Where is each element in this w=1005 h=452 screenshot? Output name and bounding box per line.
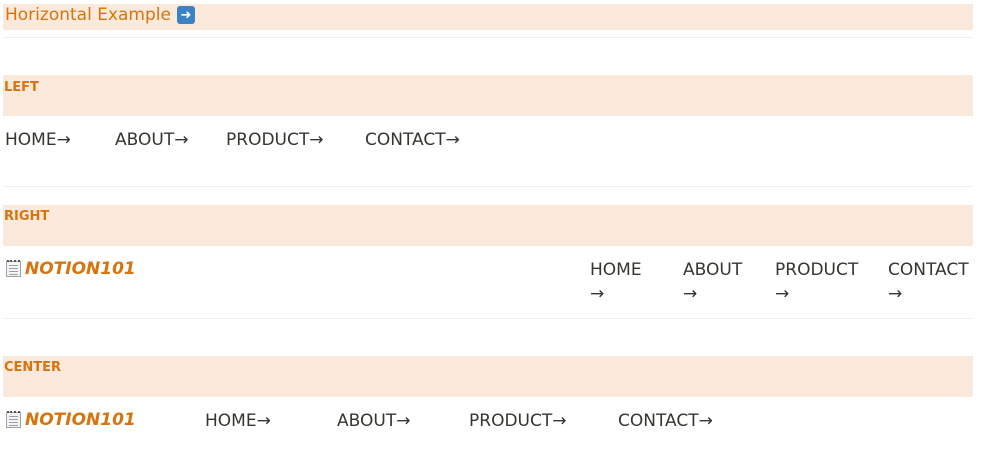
- divider: [3, 37, 973, 38]
- notepad-icon: [6, 260, 21, 277]
- nav-about-left[interactable]: ABOUT→: [115, 128, 188, 152]
- nav-word: HOME: [590, 260, 642, 280]
- brand-right[interactable]: NOTION101: [6, 259, 136, 279]
- nav-home-center[interactable]: HOME→: [205, 409, 271, 433]
- notepad-icon: [6, 411, 21, 428]
- nav-arrow: →: [590, 284, 605, 304]
- nav-about-right[interactable]: ABOUT →: [683, 258, 742, 306]
- nav-arrow: →: [775, 284, 790, 304]
- section-band-right: [3, 205, 973, 246]
- nav-word: ABOUT: [683, 260, 743, 280]
- nav-contact-left[interactable]: CONTACT→: [365, 128, 460, 152]
- nav-word: PRODUCT: [775, 260, 859, 280]
- nav-product-center[interactable]: PRODUCT→: [469, 409, 566, 433]
- nav-product-right[interactable]: PRODUCT →: [775, 258, 858, 306]
- nav-home-left[interactable]: HOME→: [5, 128, 71, 152]
- title-text: Horizontal Example: [5, 4, 171, 25]
- divider: [3, 318, 973, 319]
- page-title: Horizontal Example ➜: [5, 6, 195, 24]
- brand-text: NOTION101: [25, 259, 136, 279]
- nav-contact-center[interactable]: CONTACT→: [618, 409, 713, 433]
- nav-product-left[interactable]: PRODUCT→: [226, 128, 323, 152]
- nav-home-right[interactable]: HOME →: [590, 258, 642, 306]
- divider: [3, 186, 973, 187]
- nav-arrow: →: [888, 284, 903, 304]
- nav-about-center[interactable]: ABOUT→: [337, 409, 410, 433]
- section-band-center: [3, 356, 973, 397]
- section-band-left: [3, 75, 973, 116]
- brand-text: NOTION101: [25, 410, 136, 430]
- right-arrow-icon: ➜: [176, 6, 195, 24]
- section-label-left: LEFT: [4, 80, 39, 95]
- nav-word: CONTACT: [888, 260, 969, 280]
- section-label-center: CENTER: [4, 360, 62, 375]
- section-label-right: RIGHT: [4, 209, 50, 224]
- brand-center[interactable]: NOTION101: [6, 410, 136, 430]
- nav-arrow: →: [683, 284, 698, 304]
- nav-contact-right[interactable]: CONTACT →: [888, 258, 969, 306]
